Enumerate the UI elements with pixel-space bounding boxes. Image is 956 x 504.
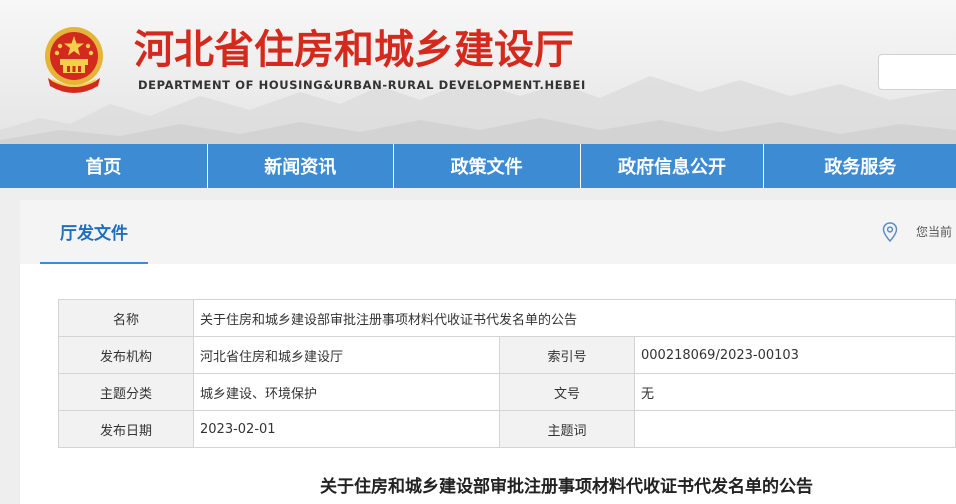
keyword-label: 主题词	[499, 410, 635, 448]
name-label: 名称	[58, 299, 194, 337]
location-pin-icon	[882, 222, 898, 242]
table-row: 发布日期 2023-02-01 主题词	[58, 410, 956, 448]
table-row: 主题分类 城乡建设、环境保护 文号 无	[58, 373, 956, 411]
category-label: 主题分类	[58, 373, 194, 411]
national-emblem-icon	[45, 27, 103, 93]
site-subtitle: DEPARTMENT OF HOUSING&URBAN-RURAL DEVELO…	[138, 78, 586, 92]
publisher-value: 河北省住房和城乡建设厅	[193, 336, 500, 374]
document-title: 关于住房和城乡建设部审批注册事项材料代收证书代发名单的公告	[320, 477, 813, 497]
index-label: 索引号	[499, 336, 635, 374]
search-input[interactable]	[878, 54, 956, 90]
docno-value: 无	[634, 373, 956, 411]
nav-item-gov-info[interactable]: 政府信息公开	[581, 144, 765, 188]
nav-item-home[interactable]: 首页	[0, 144, 208, 188]
name-value: 关于住房和城乡建设部审批注册事项材料代收证书代发名单的公告	[193, 299, 956, 337]
date-label: 发布日期	[58, 410, 194, 448]
nav-item-policy[interactable]: 政策文件	[394, 144, 581, 188]
index-value: 000218069/2023-00103	[634, 336, 956, 374]
document-info-table: 名称 关于住房和城乡建设部审批注册事项材料代收证书代发名单的公告 发布机构 河北…	[58, 299, 956, 448]
date-value: 2023-02-01	[193, 410, 500, 448]
breadcrumb-prefix: 您当前	[916, 225, 953, 239]
section-header: 厅发文件 您当前	[20, 200, 956, 264]
tab-dept-documents[interactable]: 厅发文件	[40, 200, 148, 264]
docno-label: 文号	[499, 373, 635, 411]
keyword-value	[634, 410, 956, 448]
nav-item-services[interactable]: 政务服务	[764, 144, 956, 188]
main-nav: 首页 新闻资讯 政策文件 政府信息公开 政务服务	[0, 144, 956, 188]
publisher-label: 发布机构	[58, 336, 194, 374]
site-header: 河北省住房和城乡建设厅 DEPARTMENT OF HOUSING&URBAN-…	[0, 0, 956, 144]
table-row: 发布机构 河北省住房和城乡建设厅 索引号 000218069/2023-0010…	[58, 336, 956, 374]
content-panel: 厅发文件 您当前 名称 关于住房和城乡建设部审批注册事项材料代收证书代发名单的公…	[20, 200, 956, 504]
site-title: 河北省住房和城乡建设厅	[134, 27, 574, 73]
nav-item-news[interactable]: 新闻资讯	[208, 144, 394, 188]
category-value: 城乡建设、环境保护	[193, 373, 500, 411]
table-row: 名称 关于住房和城乡建设部审批注册事项材料代收证书代发名单的公告	[58, 299, 956, 337]
